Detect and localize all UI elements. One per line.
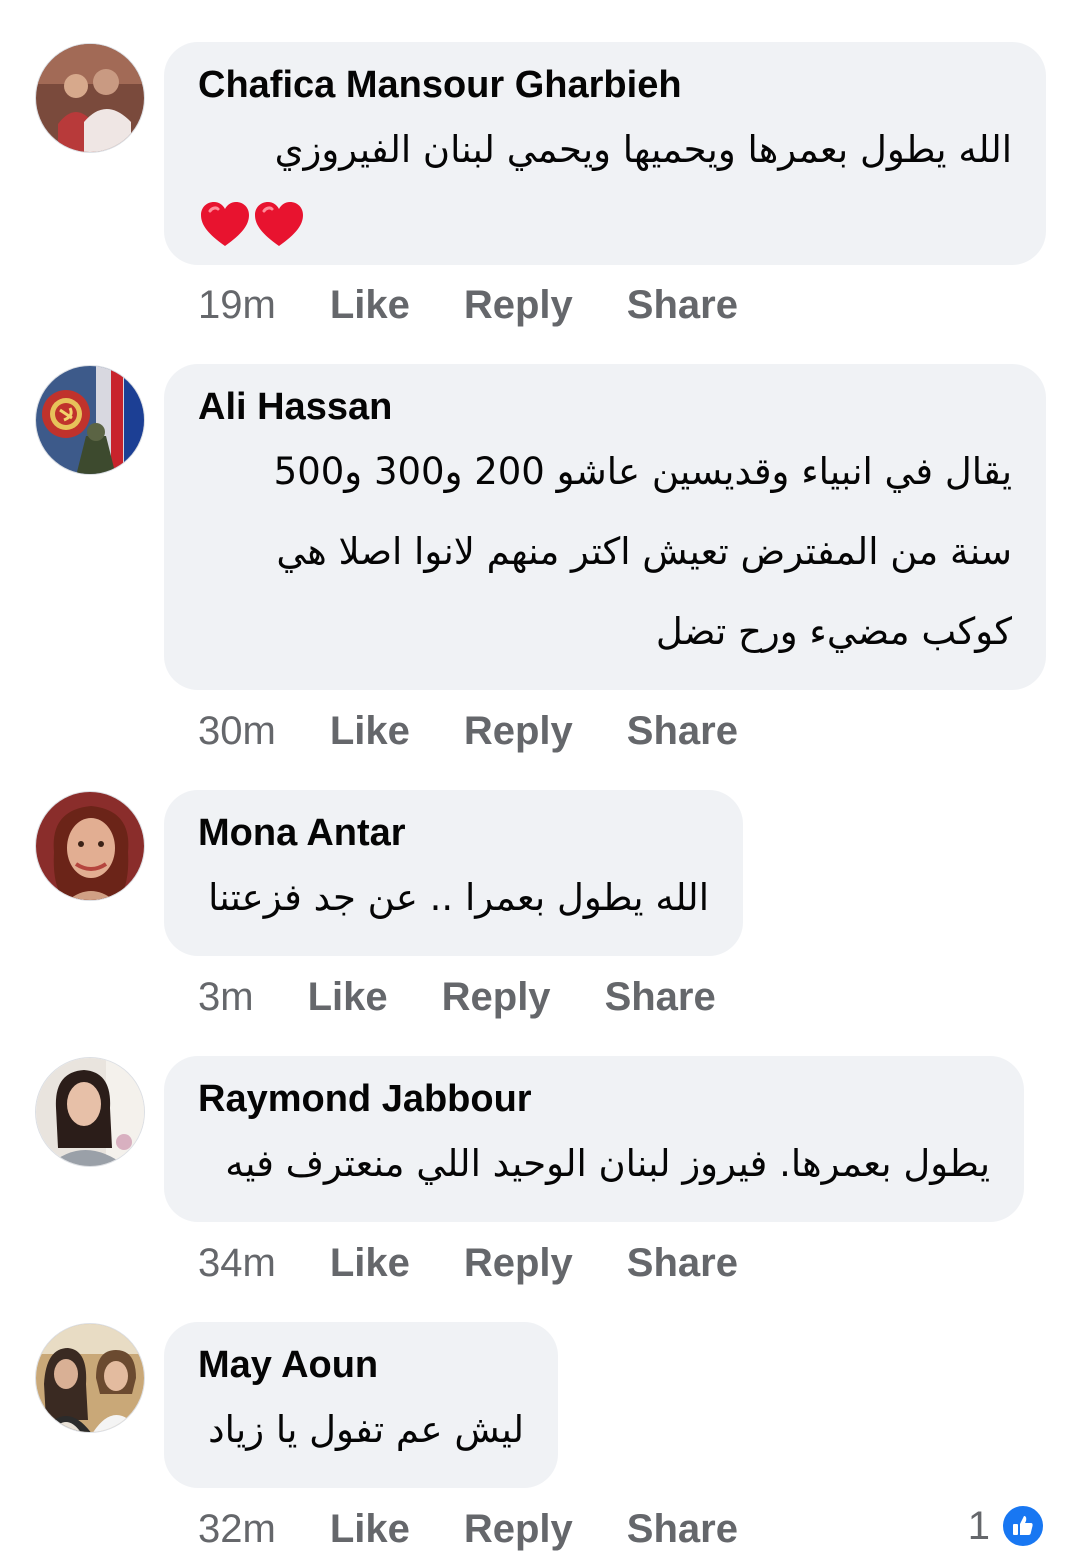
comment-time[interactable]: 34m	[198, 1241, 276, 1286]
comment-text: يطول بعمرها. فيروز لبنان الوحيد اللي منع…	[225, 1142, 990, 1185]
comment-text-line: كوكب مضيء ورح تضل	[655, 610, 1012, 653]
like-button[interactable]: Like	[330, 1507, 410, 1552]
comment-actions: 30m Like Reply Share	[198, 709, 792, 754]
share-button[interactable]: Share	[627, 283, 738, 328]
share-button[interactable]: Share	[605, 975, 716, 1020]
comment-bubble: May Aoun ليش عم تفول يا زياد	[164, 1322, 558, 1488]
avatar[interactable]	[35, 43, 145, 153]
avatar[interactable]	[35, 1057, 145, 1167]
heart-icon	[252, 198, 306, 252]
comment-text-line: يقال في انبياء وقديسين عاشو 200 و300 و50…	[273, 450, 1012, 493]
comment-bubble: Mona Antar الله يطول بعمرا .. عن جد فزعت…	[164, 790, 743, 956]
comment-time[interactable]: 19m	[198, 283, 276, 328]
reply-button[interactable]: Reply	[464, 1241, 573, 1286]
comment-time[interactable]: 3m	[198, 975, 254, 1020]
comment-author[interactable]: Mona Antar	[198, 810, 709, 856]
comments-thread: Chafica Mansour Gharbieh الله يطول بعمره…	[0, 0, 1080, 1559]
comment-text: ليش عم تفول يا زياد	[208, 1408, 524, 1451]
heart-icon	[198, 198, 252, 252]
comment-actions: 3m Like Reply Share	[198, 975, 770, 1020]
like-button[interactable]: Like	[330, 709, 410, 754]
comment-emoji	[198, 190, 1012, 260]
comment-author[interactable]: May Aoun	[198, 1342, 524, 1388]
share-button[interactable]: Share	[627, 1507, 738, 1552]
reply-button[interactable]: Reply	[464, 1507, 573, 1552]
share-button[interactable]: Share	[627, 1241, 738, 1286]
comment-actions: 32m Like Reply Share	[198, 1507, 792, 1552]
comment-actions: 19m Like Reply Share	[198, 283, 792, 328]
reply-button[interactable]: Reply	[442, 975, 551, 1020]
comment-actions: 34m Like Reply Share	[198, 1241, 792, 1286]
comment-bubble: Chafica Mansour Gharbieh الله يطول بعمره…	[164, 42, 1046, 265]
comment-author[interactable]: Ali Hassan	[198, 384, 1012, 430]
comment-time[interactable]: 32m	[198, 1507, 276, 1552]
share-button[interactable]: Share	[627, 709, 738, 754]
like-thumb-icon	[1000, 1503, 1046, 1549]
comment-bubble: Ali Hassan يقال في انبياء وقديسين عاشو 2…	[164, 364, 1046, 690]
comment-text: الله يطول بعمرا .. عن جد فزعتنا	[208, 876, 709, 919]
avatar[interactable]	[35, 1323, 145, 1433]
avatar[interactable]	[35, 365, 145, 475]
comment-text-line: سنة من المفترض تعيش اكتر منهم لانوا اصلا…	[276, 530, 1012, 573]
like-button[interactable]: Like	[330, 283, 410, 328]
comment-bubble: Raymond Jabbour يطول بعمرها. فيروز لبنان…	[164, 1056, 1024, 1222]
reaction-count: 1	[967, 1503, 990, 1548]
reaction-summary[interactable]: 1	[968, 1503, 1046, 1549]
reply-button[interactable]: Reply	[464, 283, 573, 328]
reply-button[interactable]: Reply	[464, 709, 573, 754]
comment-author[interactable]: Raymond Jabbour	[198, 1076, 990, 1122]
comment-time[interactable]: 30m	[198, 709, 276, 754]
comment-author[interactable]: Chafica Mansour Gharbieh	[198, 62, 1012, 108]
avatar[interactable]	[35, 791, 145, 901]
like-button[interactable]: Like	[308, 975, 388, 1020]
like-button[interactable]: Like	[330, 1241, 410, 1286]
comment-text: الله يطول بعمرها ويحميها ويحمي لبنان الف…	[274, 128, 1012, 171]
